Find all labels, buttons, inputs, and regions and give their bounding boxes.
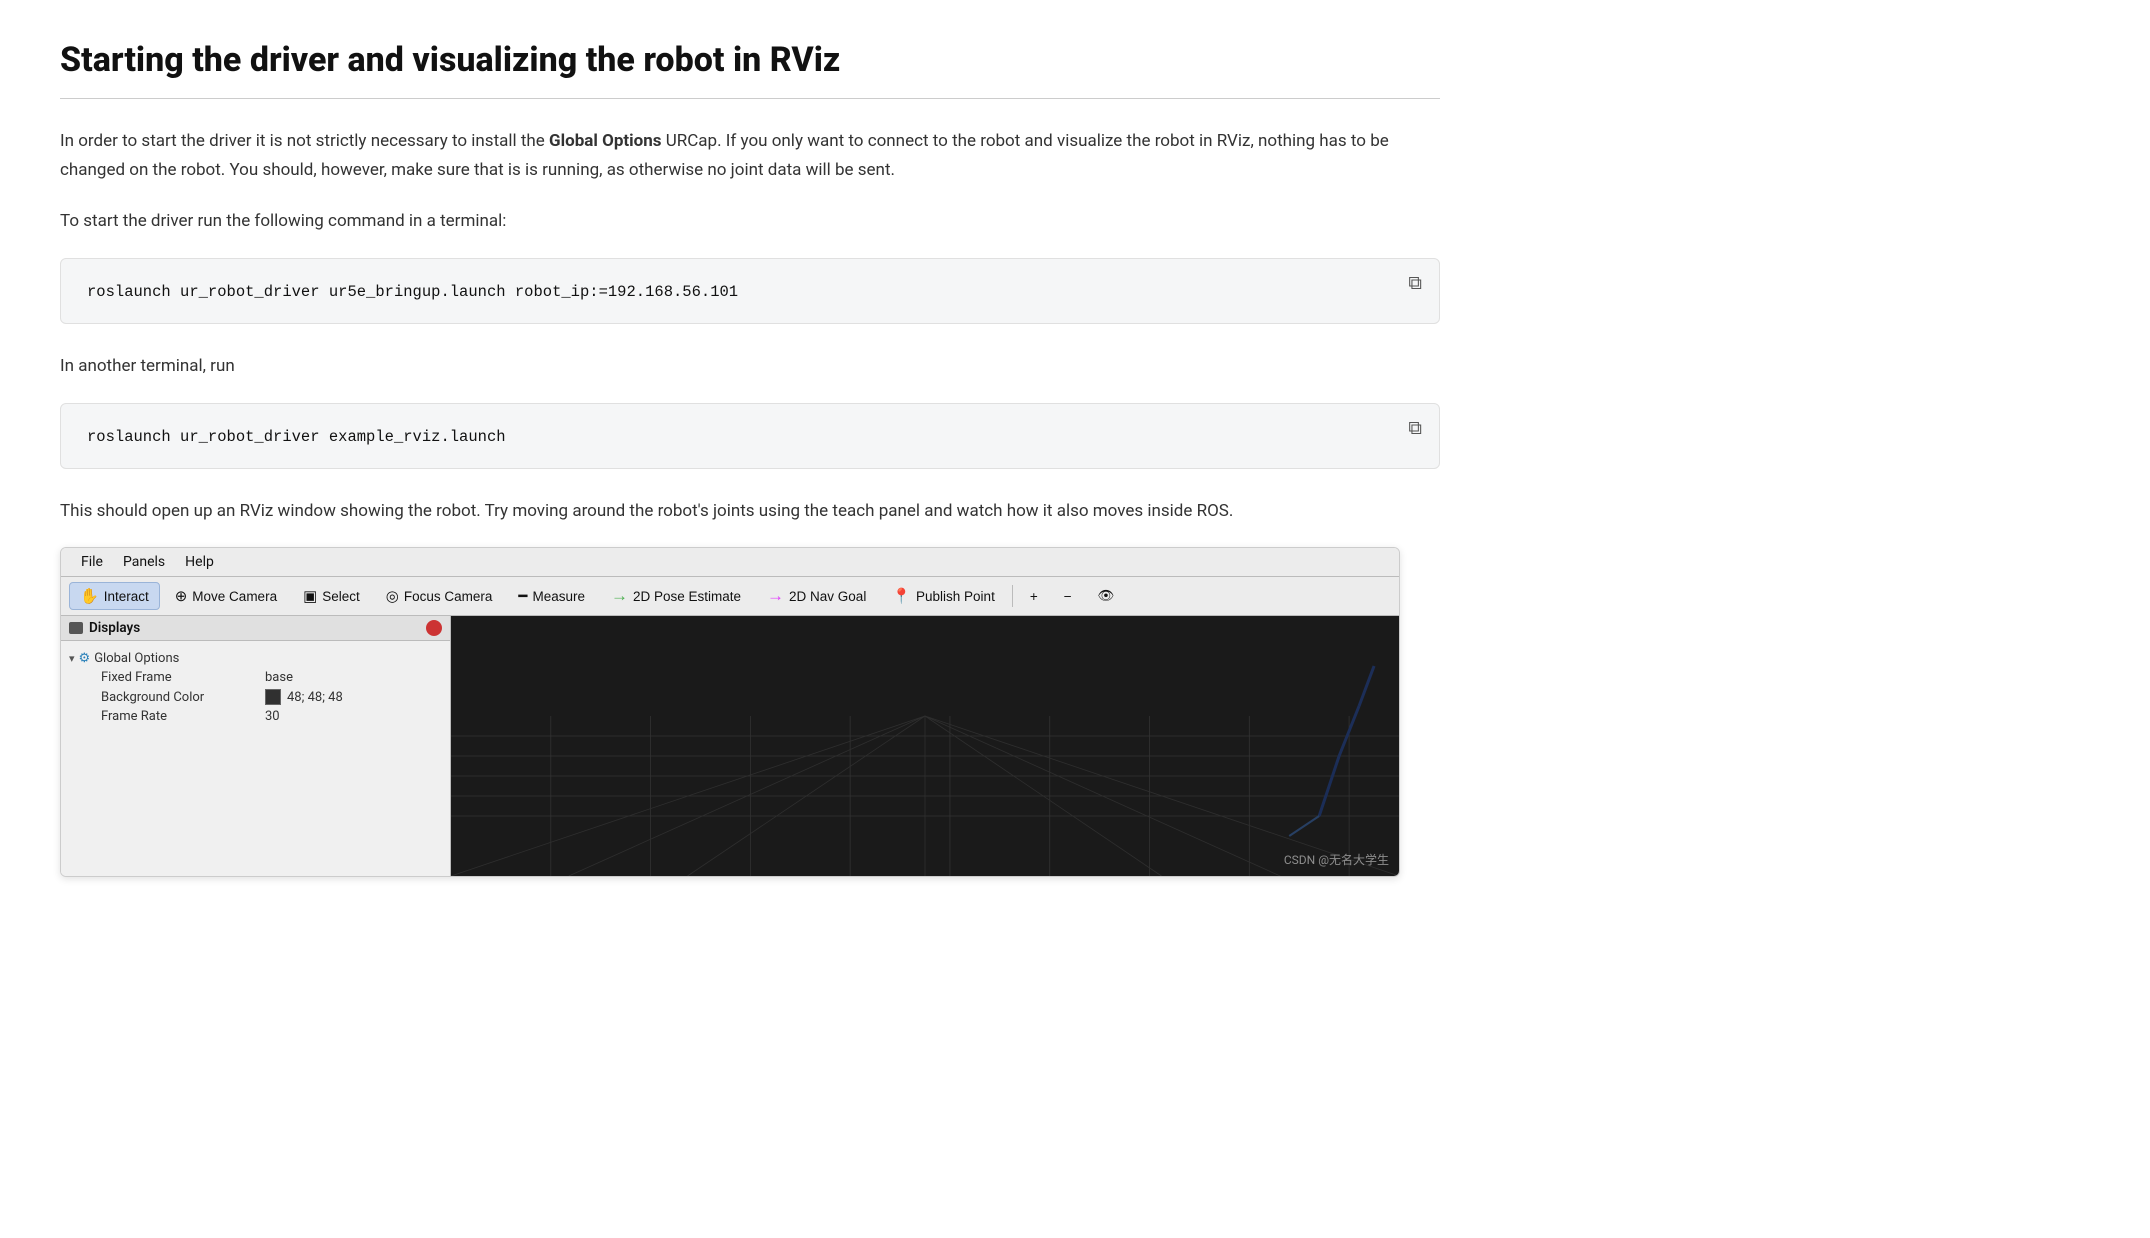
background-color-label: Background Color xyxy=(101,690,261,705)
toolbar-2d-nav-goal-button[interactable]: → 2D Nav Goal xyxy=(756,581,877,611)
global-options-row: ▾ ⚙ Global Options xyxy=(65,649,446,668)
background-color-value: 48; 48; 48 xyxy=(265,689,343,705)
frame-rate-label: Frame Rate xyxy=(101,709,261,724)
rviz-toolbar: ✋ Interact ⊕ Move Camera ▣ Select ◎ Focu… xyxy=(61,577,1399,616)
displays-panel: Displays ▾ ⚙ Global Options Fixed Frame … xyxy=(61,616,451,876)
toolbar-move-camera-label: Move Camera xyxy=(192,589,277,604)
toolbar-plus-button[interactable]: + xyxy=(1019,584,1049,609)
rviz-tree: ▾ ⚙ Global Options Fixed Frame base Back… xyxy=(61,641,450,738)
rviz-menubar: File Panels Help xyxy=(61,548,1399,577)
watermark: CSDN @无名大学生 xyxy=(1284,851,1389,868)
toolbar-select-label: Select xyxy=(322,589,360,604)
step3-text: This should open up an RViz window showi… xyxy=(60,497,1440,526)
rviz-window: File Panels Help ✋ Interact ⊕ Move Camer… xyxy=(60,547,1400,877)
toolbar-2d-pose-estimate-button[interactable]: → 2D Pose Estimate xyxy=(600,581,752,611)
move-camera-icon: ⊕ xyxy=(175,587,188,605)
menu-panels[interactable]: Panels xyxy=(113,551,175,573)
copy-button-2[interactable]: ⧉ xyxy=(1403,416,1427,442)
publish-point-icon: 📍 xyxy=(892,587,911,605)
gear-icon: ⚙ xyxy=(79,651,91,666)
toolbar-interact-button[interactable]: ✋ Interact xyxy=(69,582,160,610)
background-color-row: Background Color 48; 48; 48 xyxy=(65,687,446,707)
grid-visualization xyxy=(451,616,1399,876)
toolbar-interact-label: Interact xyxy=(104,589,149,604)
eye-icon: 👁 xyxy=(1098,588,1115,604)
minus-icon: − xyxy=(1064,589,1072,604)
toolbar-separator xyxy=(1012,585,1013,607)
toolbar-eye-button[interactable]: 👁 xyxy=(1087,583,1126,609)
color-swatch xyxy=(265,689,281,705)
menu-help[interactable]: Help xyxy=(175,551,224,573)
select-icon: ▣ xyxy=(303,587,317,605)
fixed-frame-label: Fixed Frame xyxy=(101,670,261,685)
step2-text: In another terminal, run xyxy=(60,352,1440,381)
frame-rate-row: Frame Rate 30 xyxy=(65,707,446,726)
toolbar-focus-camera-button[interactable]: ◎ Focus Camera xyxy=(375,582,504,610)
toolbar-2d-nav-label: 2D Nav Goal xyxy=(789,589,866,604)
collapse-arrow-icon[interactable]: ▾ xyxy=(69,652,75,665)
intro-paragraph: In order to start the driver it is not s… xyxy=(60,127,1440,185)
panel-title-label: Displays xyxy=(89,620,140,636)
interact-icon: ✋ xyxy=(80,587,99,605)
code-block-2: roslaunch ur_robot_driver example_rviz.l… xyxy=(60,403,1440,469)
fixed-frame-row: Fixed Frame base xyxy=(65,668,446,687)
pose-estimate-icon: → xyxy=(611,586,628,606)
panel-title-row: Displays xyxy=(69,620,140,636)
copy-button-1[interactable]: ⧉ xyxy=(1403,271,1427,297)
panel-close-button[interactable] xyxy=(426,620,442,636)
rviz-viewport: CSDN @无名大学生 xyxy=(451,616,1399,876)
page-title: Starting the driver and visualizing the … xyxy=(60,40,1440,80)
fixed-frame-value: base xyxy=(265,670,293,685)
toolbar-publish-point-label: Publish Point xyxy=(916,589,995,604)
toolbar-minus-button[interactable]: − xyxy=(1053,584,1083,609)
panel-screen-icon xyxy=(69,622,83,634)
code-1-content: roslaunch ur_robot_driver ur5e_bringup.l… xyxy=(87,283,738,301)
background-color-text: 48; 48; 48 xyxy=(287,690,343,705)
panel-header: Displays xyxy=(61,616,450,641)
rviz-body: Displays ▾ ⚙ Global Options Fixed Frame … xyxy=(61,616,1399,876)
code-2-content: roslaunch ur_robot_driver example_rviz.l… xyxy=(87,428,506,446)
toolbar-publish-point-button[interactable]: 📍 Publish Point xyxy=(881,582,1006,610)
global-options-label: Global Options xyxy=(94,651,254,666)
frame-rate-value: 30 xyxy=(265,709,280,724)
toolbar-measure-label: Measure xyxy=(532,589,585,604)
bold-external-control: Global Options xyxy=(549,131,661,151)
menu-file[interactable]: File xyxy=(71,551,113,573)
title-divider xyxy=(60,98,1440,99)
nav-goal-icon: → xyxy=(767,586,784,606)
global-options-section: ▾ ⚙ Global Options Fixed Frame base Back… xyxy=(65,649,446,726)
toolbar-2d-pose-label: 2D Pose Estimate xyxy=(633,589,741,604)
plus-icon: + xyxy=(1030,589,1038,604)
code-block-1: roslaunch ur_robot_driver ur5e_bringup.l… xyxy=(60,258,1440,324)
step1-text: To start the driver run the following co… xyxy=(60,207,1440,236)
focus-camera-icon: ◎ xyxy=(386,587,399,605)
toolbar-select-button[interactable]: ▣ Select xyxy=(292,582,371,610)
toolbar-move-camera-button[interactable]: ⊕ Move Camera xyxy=(164,582,288,610)
toolbar-focus-camera-label: Focus Camera xyxy=(404,589,493,604)
toolbar-measure-button[interactable]: ━ Measure xyxy=(507,582,596,610)
measure-icon: ━ xyxy=(518,587,527,605)
